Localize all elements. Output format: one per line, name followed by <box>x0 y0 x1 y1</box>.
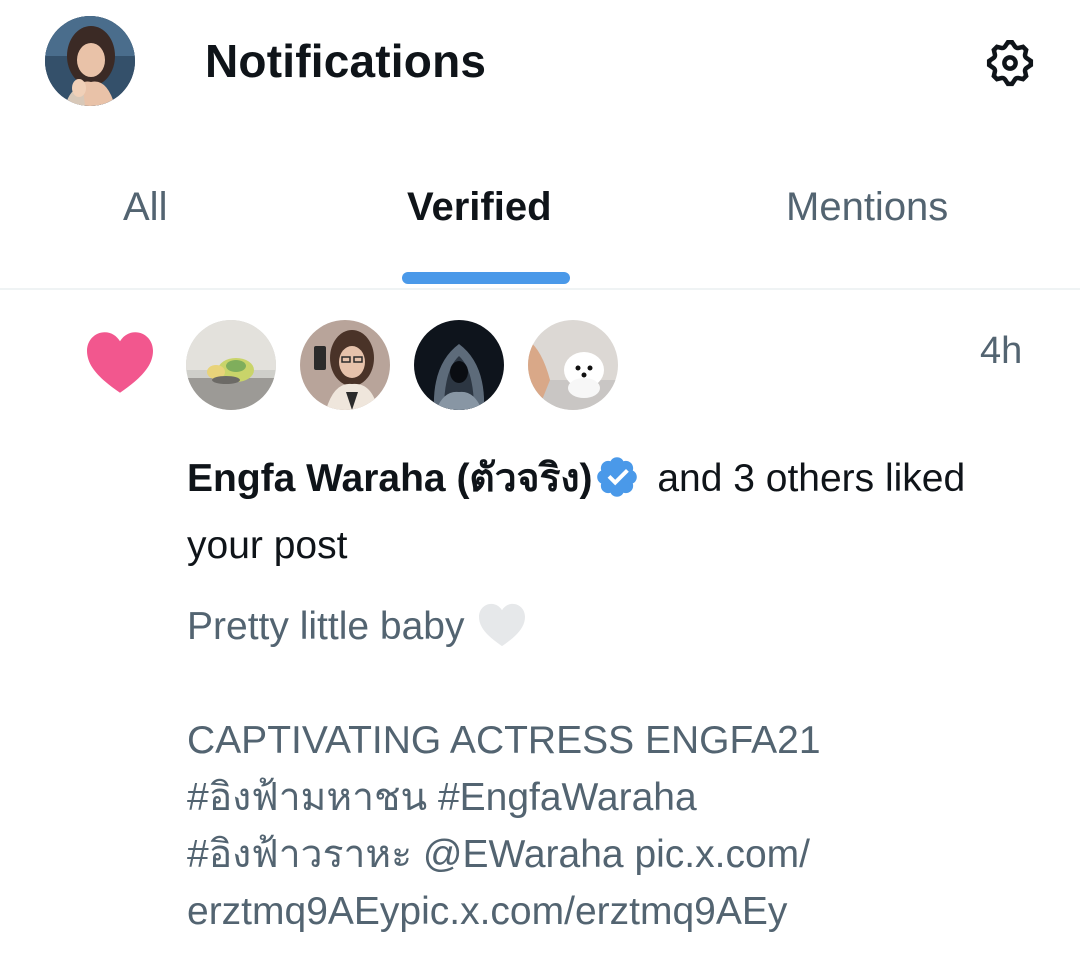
settings-button[interactable] <box>983 36 1037 90</box>
post-preview[interactable]: Pretty little baby CAPTIVATING ACTRESS E… <box>187 598 1037 940</box>
user-name-link[interactable]: Engfa Waraha (ตัวจริง) <box>187 457 592 500</box>
verified-badge-icon <box>597 457 638 497</box>
post-line-2 <box>187 655 1037 712</box>
heart-icon <box>87 332 153 393</box>
active-tab-indicator <box>402 272 570 284</box>
post-line-6: erztmq9AEypic.x.com/erztmq9AEy <box>187 890 788 933</box>
hooded-figure-avatar[interactable] <box>414 320 504 410</box>
top-app-bar: Notifications <box>0 0 1080 130</box>
tab-mentions[interactable]: Mentions <box>786 185 948 230</box>
profile-avatar[interactable] <box>45 16 135 106</box>
notification-summary: Engfa Waraha (ตัวจริง) and 3 others like… <box>187 445 967 579</box>
gear-icon <box>986 39 1034 87</box>
tab-verified[interactable]: Verified <box>407 185 552 230</box>
tab-all[interactable]: All <box>123 185 167 230</box>
notification-item[interactable]: 4h Engfa Waraha (ตัวจริง) and 3 others l… <box>0 290 1080 971</box>
white-puppy-avatar[interactable] <box>528 320 618 410</box>
white-heart-emoji-icon <box>479 603 526 647</box>
page-title: Notifications <box>205 35 487 87</box>
woman-glasses-avatar[interactable] <box>300 320 390 410</box>
post-line-1: Pretty little baby <box>187 605 465 648</box>
tab-bar: All Verified Mentions <box>0 150 1080 290</box>
post-line-3: CAPTIVATING ACTRESS ENGFA21 <box>187 719 821 762</box>
post-line-4: #อิงฟ้ามหาชน #EngfaWaraha <box>187 776 697 819</box>
timestamp: 4h <box>980 330 1023 372</box>
turtle-plush-avatar[interactable] <box>186 320 276 410</box>
post-line-5: #อิงฟ้าวราหะ @EWaraha pic.x.com/ <box>187 833 810 876</box>
